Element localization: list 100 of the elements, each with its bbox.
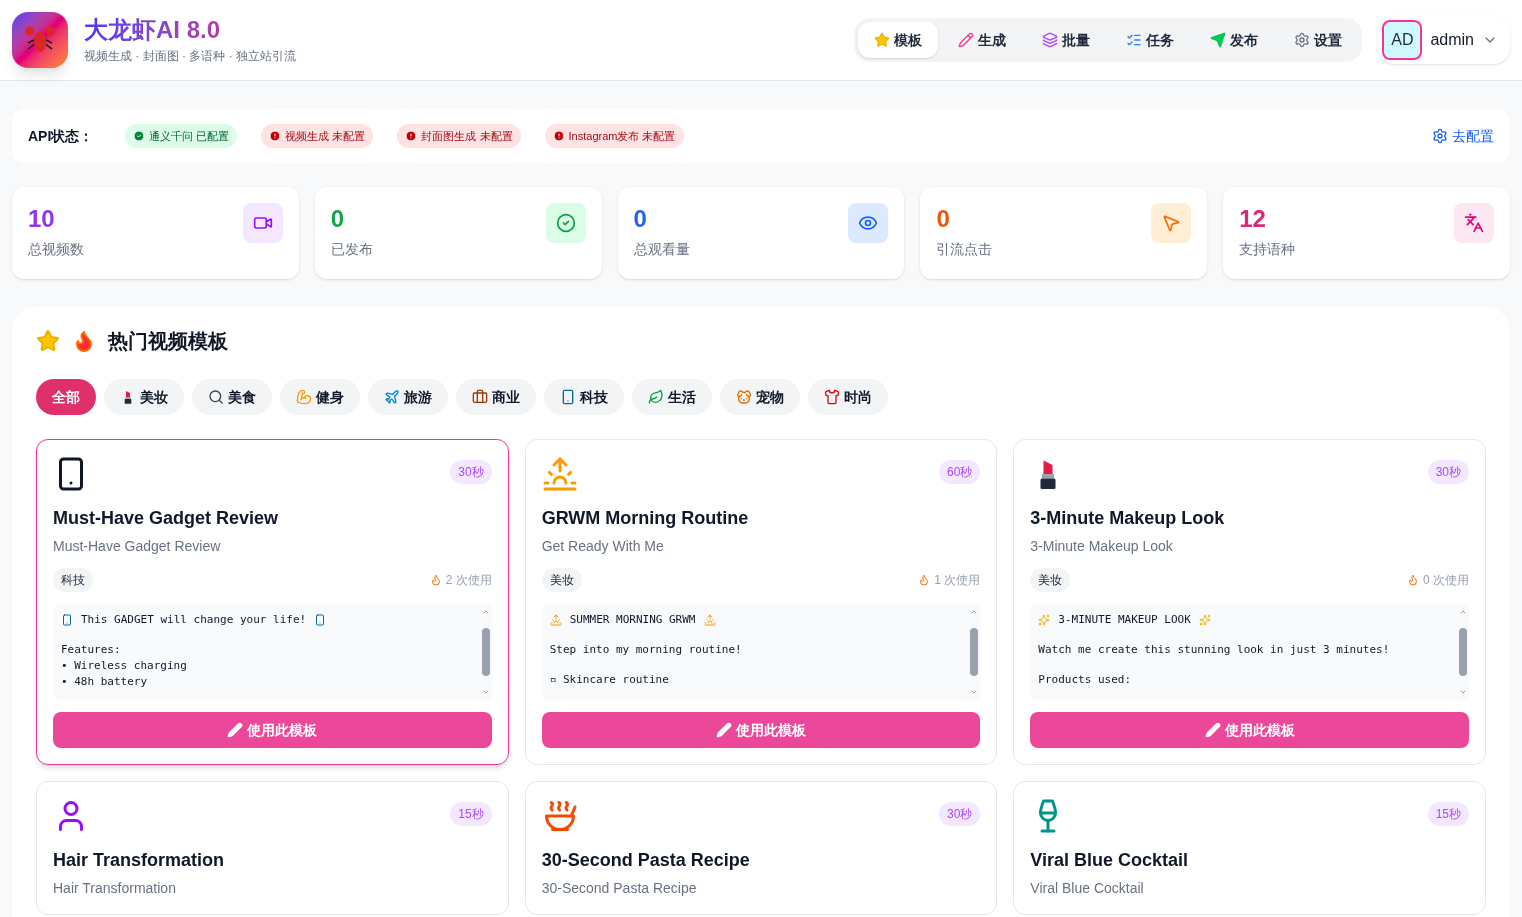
airplane-icon xyxy=(384,389,400,405)
stat-value: 10 xyxy=(28,204,56,234)
filter-chip[interactable]: 生活 xyxy=(632,379,712,415)
checklist-icon xyxy=(1126,32,1143,48)
script-line: • 48h battery xyxy=(61,674,149,690)
template-title: GRWM Morning Routine xyxy=(541,507,750,530)
status-pill: 通义千问 已配置 xyxy=(125,123,238,149)
scroll-thumb[interactable] xyxy=(970,628,979,676)
stat-label: 总观看量 xyxy=(633,240,690,259)
status-pill: 封面图生成 未配置 xyxy=(397,123,521,149)
template-card[interactable]: 15秒 Viral Blue Cocktail Viral Blue Cocktail xyxy=(1013,781,1486,915)
filter-chip[interactable]: 健身 xyxy=(280,379,360,415)
user-menu[interactable]: AD admin xyxy=(1378,16,1510,64)
sunrise-icon xyxy=(549,614,562,626)
scroll-thumb[interactable] xyxy=(1459,628,1467,676)
alert-circle-icon xyxy=(269,130,282,142)
script-line: ▫ Skincare routine xyxy=(549,672,670,688)
script-textarea[interactable]: SUMMER MORNING GRWM Step into my morning routine! ▫ Skincare routine xyxy=(541,604,981,700)
scroll-down-icon[interactable] xyxy=(481,688,490,696)
eye-icon xyxy=(848,203,889,243)
scroll-down-icon[interactable] xyxy=(970,688,979,696)
template-subtitle: Must-Have Gadget Review xyxy=(53,537,222,556)
template-card[interactable]: 30秒 Must-Have Gadget Review Must-Have Gadget Review 科技 2 次使用 This GADGET will change your life! Features: • Wireless charging • 48h battery 使用此模板 xyxy=(36,439,509,765)
star-icon xyxy=(36,329,60,353)
filter-chip[interactable]: 时尚 xyxy=(808,379,888,415)
category-tag: 科技 xyxy=(53,568,93,592)
filter-chip[interactable]: 科技 xyxy=(544,379,624,415)
filter-chip[interactable]: 旅游 xyxy=(368,379,448,415)
usage-count: 1 次使用 xyxy=(934,572,981,588)
briefcase-icon xyxy=(472,389,488,405)
scroll-up-icon[interactable] xyxy=(970,608,979,616)
script-textarea[interactable]: 3-MINUTE MAKEUP LOOK Watch me create this stunning look in just 3 minutes! Products used: xyxy=(1030,604,1469,700)
status-pill: 视频生成 未配置 xyxy=(261,123,374,149)
pencil-icon xyxy=(958,32,975,48)
pencil-icon xyxy=(716,722,732,738)
stat-value: 0 xyxy=(936,204,951,234)
filter-chip[interactable]: 美妆 xyxy=(104,379,184,415)
scroll-down-icon[interactable] xyxy=(1459,688,1467,696)
use-template-button[interactable]: 使用此模板 xyxy=(53,712,492,748)
nav-tab[interactable]: 生成 xyxy=(942,22,1023,58)
nav-tab[interactable]: 模板 xyxy=(858,22,939,58)
flame-icon xyxy=(429,574,442,586)
send-icon xyxy=(1210,32,1227,48)
script-textarea[interactable]: This GADGET will change your life! Features: • Wireless charging • 48h battery xyxy=(53,604,492,700)
smartphone-icon xyxy=(314,614,327,626)
filter-chip[interactable]: 全部 xyxy=(36,379,96,415)
sunrise-icon xyxy=(541,456,578,492)
script-line: SUMMER MORNING GRWM xyxy=(569,612,696,628)
filter-chip[interactable]: 宠物 xyxy=(720,379,800,415)
language-icon xyxy=(1454,203,1494,243)
usage-count: 2 次使用 xyxy=(445,572,492,588)
template-card[interactable]: 60秒 GRWM Morning Routine Get Ready With Me 美妆 1 次使用 SUMMER MORNING GRWM Step into my morning routine! ▫ Skincare routine 使用此模板 xyxy=(524,439,998,765)
scroll-up-icon[interactable] xyxy=(1459,608,1467,616)
api-status-label: API状态： xyxy=(28,127,94,146)
template-title: 3-Minute Makeup Look xyxy=(1030,507,1226,530)
template-card[interactable]: 30秒 3-Minute Makeup Look 3-Minute Makeup Look 美妆 0 次使用 3-MINUTE MAKEUP LOOK Watch me create this stunning look in just 3 minutes! Products used: 使用此模板 xyxy=(1013,439,1486,765)
search-icon xyxy=(208,389,224,405)
avatar: AD xyxy=(1382,20,1423,60)
nav-tab[interactable]: 设置 xyxy=(1278,22,1359,58)
script-line: This GADGET will change your life! xyxy=(81,612,307,628)
check-circle-icon xyxy=(133,130,146,142)
template-card[interactable]: 30秒 30-Second Pasta Recipe 30-Second Pasta Recipe xyxy=(524,781,998,915)
stat-value: 0 xyxy=(633,204,648,234)
stat-value: 12 xyxy=(1239,204,1267,234)
layers-icon xyxy=(1042,32,1059,48)
settings-icon xyxy=(1294,32,1311,48)
template-title: Must-Have Gadget Review xyxy=(53,507,280,530)
flame-icon xyxy=(1406,574,1419,586)
smartphone-icon xyxy=(560,389,576,405)
stat-label: 已发布 xyxy=(330,240,373,259)
filter-chip[interactable]: 商业 xyxy=(456,379,536,415)
script-line: • Wireless charging xyxy=(61,658,188,674)
stat-label: 引流点击 xyxy=(936,240,993,259)
dog-icon xyxy=(736,389,752,405)
flexed-arm-icon xyxy=(296,389,312,405)
alert-circle-icon xyxy=(552,130,565,142)
nav-tab[interactable]: 批量 xyxy=(1026,22,1107,58)
duration-badge: 15秒 xyxy=(1427,802,1469,826)
sparkles-icon xyxy=(1198,614,1211,626)
use-template-button[interactable]: 使用此模板 xyxy=(541,712,981,748)
configure-link[interactable]: 去配置 xyxy=(1432,126,1494,146)
template-title: Viral Blue Cocktail xyxy=(1030,849,1190,872)
script-line: Products used: xyxy=(1038,672,1133,688)
scroll-up-icon[interactable] xyxy=(481,608,490,616)
template-subtitle: 30-Second Pasta Recipe xyxy=(541,879,698,898)
template-card[interactable]: 15秒 Hair Transformation Hair Transformation xyxy=(36,781,509,915)
stat-label: 总视频数 xyxy=(28,240,84,259)
video-camera-icon xyxy=(242,203,283,243)
duration-badge: 30秒 xyxy=(450,460,492,484)
template-subtitle: Viral Blue Cocktail xyxy=(1030,879,1145,898)
use-template-button[interactable]: 使用此模板 xyxy=(1030,712,1469,748)
scroll-thumb[interactable] xyxy=(481,628,490,676)
template-title: 30-Second Pasta Recipe xyxy=(541,849,751,872)
section-title: 热门视频模板 xyxy=(108,329,228,354)
nav-tab[interactable]: 发布 xyxy=(1194,22,1275,58)
template-subtitle: 3-Minute Makeup Look xyxy=(1030,537,1174,556)
alert-circle-icon xyxy=(405,130,418,142)
filter-chip[interactable]: 美食 xyxy=(192,379,272,415)
user-name: admin xyxy=(1430,30,1474,50)
nav-tab[interactable]: 任务 xyxy=(1110,22,1191,58)
